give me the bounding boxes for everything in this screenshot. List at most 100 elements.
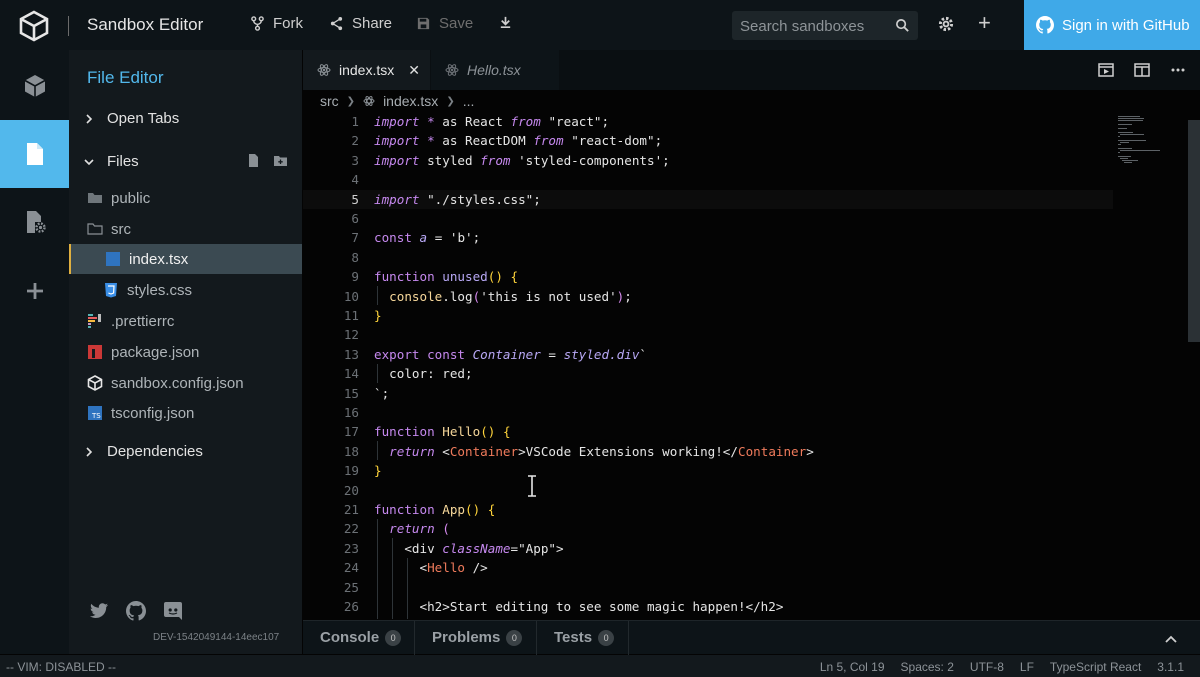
- bottom-panel-tabs: Console 0 Problems 0 Tests 0: [303, 620, 1200, 655]
- code-line: 7 const a = 'b';: [303, 228, 1113, 247]
- open-tabs-section[interactable]: Open Tabs: [84, 110, 179, 127]
- react-icon: [445, 64, 459, 76]
- cursor-position[interactable]: Ln 5, Col 19: [820, 660, 885, 674]
- github-icon: [1036, 16, 1054, 34]
- line-number: 1: [351, 114, 359, 129]
- search-icon[interactable]: [895, 18, 910, 33]
- new-file-icon[interactable]: [247, 154, 260, 167]
- chevron-up-icon[interactable]: [1164, 632, 1178, 646]
- tree-item-styles-css[interactable]: styles.css: [69, 275, 302, 305]
- line-number: 8: [351, 249, 359, 265]
- preview-icon[interactable]: [1098, 62, 1114, 78]
- save-button[interactable]: Save: [416, 15, 473, 32]
- code-line: 1 import * as React from "react";: [303, 112, 1113, 131]
- plus-icon: [26, 283, 43, 299]
- editor-scrollbar[interactable]: [1188, 120, 1200, 342]
- chevron-down-icon: [84, 158, 94, 165]
- activity-file-editor[interactable]: [0, 120, 69, 188]
- tab-problems[interactable]: Problems 0: [432, 629, 523, 646]
- line-number: 9: [351, 269, 359, 285]
- tree-item-tsconfig-json[interactable]: TS tsconfig.json: [69, 398, 302, 428]
- share-button[interactable]: Share: [329, 15, 392, 32]
- line-number: 13: [343, 346, 359, 362]
- breadcrumb-more[interactable]: ...: [463, 93, 475, 109]
- sign-in-github-button[interactable]: Sign in with GitHub: [1024, 0, 1200, 50]
- breadcrumb: src ❯ index.tsx ❯ ...: [320, 93, 474, 109]
- new-sandbox-plus-icon[interactable]: +: [978, 12, 996, 34]
- split-editor-icon[interactable]: [1134, 62, 1150, 78]
- code-line: 19}: [303, 461, 1113, 480]
- tree-item-prettierrc[interactable]: .prettierrc: [69, 306, 302, 336]
- activity-project-info[interactable]: [0, 52, 69, 120]
- dependencies-label: Dependencies: [107, 443, 203, 460]
- new-folder-icon[interactable]: [274, 154, 287, 167]
- search-input[interactable]: [740, 16, 890, 36]
- tree-item-package-json[interactable]: package.json: [69, 337, 302, 367]
- close-icon[interactable]: ✕: [408, 62, 420, 79]
- activity-add[interactable]: [0, 257, 69, 325]
- top-header: Sandbox Editor Fork Share Save + Sign in…: [0, 0, 1200, 50]
- share-label: Share: [352, 15, 393, 32]
- minimap[interactable]: [1118, 116, 1160, 166]
- tab-hello-tsx[interactable]: Hello.tsx: [431, 50, 559, 90]
- indent-guide: [392, 538, 393, 619]
- more-actions-icon[interactable]: [1170, 62, 1186, 78]
- github-icon[interactable]: [126, 601, 146, 621]
- line-number: 19: [343, 463, 359, 479]
- line-text: import "./styles.css";: [374, 191, 541, 207]
- code-line: 6: [303, 209, 1113, 228]
- code-line: 20: [303, 481, 1113, 500]
- line-ending[interactable]: LF: [1020, 660, 1034, 674]
- code-line: 4: [303, 170, 1113, 189]
- code-line: 9 function unused() {: [303, 267, 1113, 286]
- search-box: [732, 11, 918, 40]
- tree-item-label: .prettierrc: [111, 312, 175, 330]
- tests-count-badge: 0: [598, 629, 615, 646]
- tree-item-index-tsx[interactable]: index.tsx: [69, 244, 302, 274]
- tree-item-sandbox-config-json[interactable]: sandbox.config.json: [69, 368, 302, 398]
- line-text: import * as ReactDOM from "react-dom";: [374, 133, 663, 149]
- gear-icon[interactable]: [937, 15, 955, 33]
- folder-open-icon: [87, 223, 103, 235]
- tab-tests[interactable]: Tests 0: [554, 629, 615, 646]
- tree-item-label: public: [111, 189, 151, 207]
- tab-index-tsx[interactable]: index.tsx ✕: [303, 50, 430, 90]
- files-label: Files: [107, 153, 139, 170]
- tree-item-src[interactable]: src: [69, 214, 302, 244]
- language-mode[interactable]: TypeScript React: [1050, 660, 1141, 674]
- tab-console[interactable]: Console 0: [320, 629, 402, 646]
- discord-icon[interactable]: [163, 601, 183, 621]
- code-line: 18 return <Container>VSCode Extensions w…: [303, 442, 1113, 461]
- save-icon: [417, 17, 430, 30]
- code-line: 23 <div className="App">: [303, 539, 1113, 558]
- typescript-version[interactable]: 3.1.1: [1157, 660, 1184, 674]
- codesandbox-file-icon: [87, 375, 103, 391]
- tree-item-label: src: [111, 220, 131, 238]
- panel-divider: [414, 621, 415, 655]
- build-id: DEV-1542049144-14eec107: [153, 632, 280, 643]
- files-toolbar: [247, 154, 287, 167]
- status-bar: -- VIM: DISABLED -- Ln 5, Col 19 Spaces:…: [0, 655, 1200, 677]
- tab-label: Problems: [432, 629, 501, 646]
- vim-status[interactable]: -- VIM: DISABLED --: [6, 660, 116, 674]
- breadcrumb-src[interactable]: src: [320, 93, 339, 109]
- line-number: 26: [343, 599, 359, 614]
- fork-button[interactable]: Fork: [250, 15, 303, 32]
- dependencies-section[interactable]: Dependencies: [84, 443, 203, 460]
- code-line: 17 function Hello() {: [303, 422, 1113, 441]
- code-line-current: 5 import "./styles.css";: [303, 189, 1113, 209]
- line-number: 18: [343, 443, 359, 459]
- indentation[interactable]: Spaces: 2: [901, 660, 954, 674]
- download-button[interactable]: [498, 15, 513, 30]
- code-line: 22 return (: [303, 519, 1113, 538]
- tree-item-public[interactable]: public: [69, 183, 302, 213]
- line-number: 2: [351, 133, 359, 149]
- activity-server-control[interactable]: [0, 188, 69, 256]
- breadcrumb-file[interactable]: index.tsx: [383, 93, 438, 109]
- files-section[interactable]: Files: [84, 153, 139, 170]
- codesandbox-logo-icon[interactable]: [18, 10, 50, 42]
- tab-label: Tests: [554, 629, 593, 646]
- encoding[interactable]: UTF-8: [970, 660, 1004, 674]
- css-file-icon: [105, 283, 117, 298]
- twitter-icon[interactable]: [89, 601, 109, 621]
